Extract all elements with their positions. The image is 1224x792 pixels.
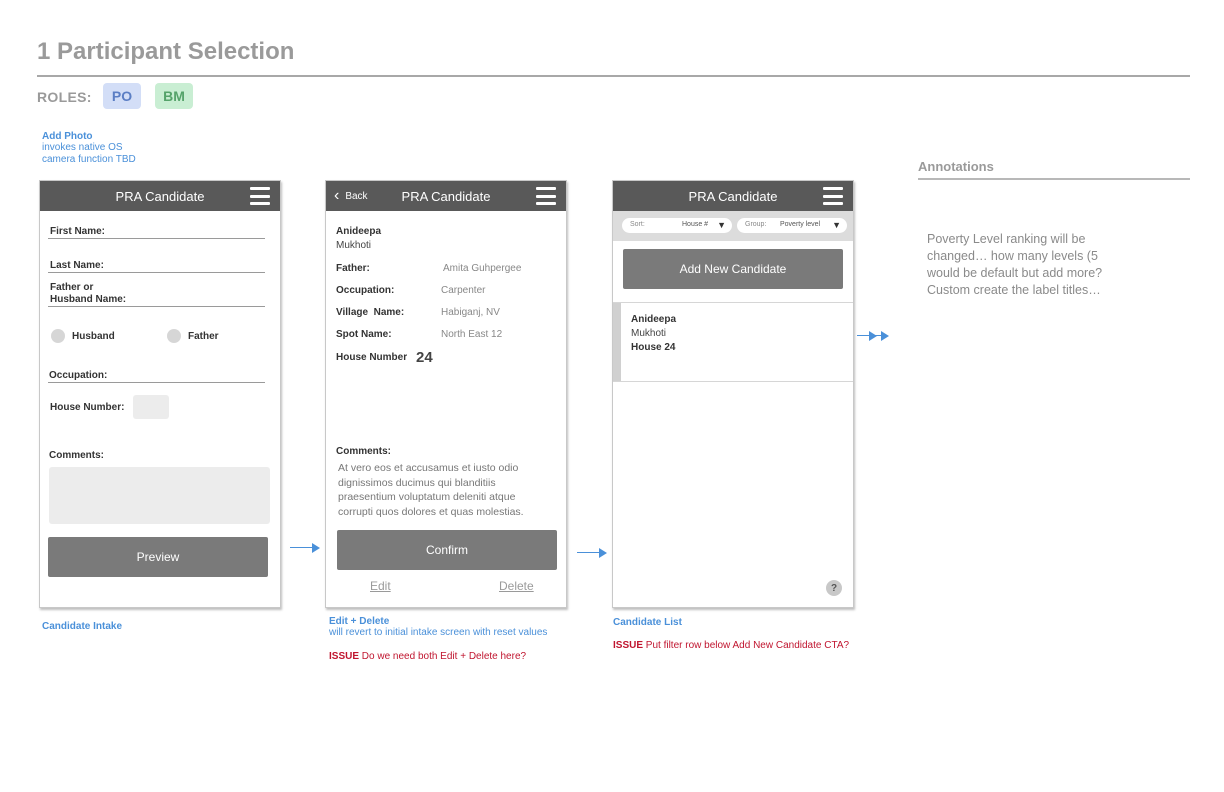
issue-text: Put filter row below Add New Candidate C… bbox=[645, 640, 850, 651]
father-husband-name-field[interactable] bbox=[48, 306, 265, 307]
husband-radio-label: Husband bbox=[72, 331, 115, 342]
candidate-first-name: Anideepa bbox=[336, 226, 382, 237]
screen-header: PRA Candidate bbox=[613, 181, 853, 211]
occupation-label: Occupation: bbox=[336, 285, 395, 296]
comments-label: Comments: bbox=[49, 450, 105, 461]
father-value: Amita Guhpergee bbox=[443, 263, 522, 274]
candidate-list-caption: Candidate List bbox=[613, 617, 682, 628]
page-title: 1 Participant Selection bbox=[37, 38, 295, 65]
filter-bar: Sort: House # ▼ Group: Poverty level ▼ bbox=[613, 211, 853, 241]
chevron-left-icon: ‹ bbox=[334, 187, 340, 204]
candidate-intake-screen: PRA Candidate First Name: Last Name: Fat… bbox=[39, 180, 281, 608]
candidate-first-name: Anideepa bbox=[631, 314, 677, 325]
flow-arrow-icon bbox=[290, 543, 320, 553]
edit-link[interactable]: Edit bbox=[370, 579, 391, 593]
back-label: Back bbox=[345, 190, 368, 202]
edit-delete-note-sub: will revert to initial intake screen wit… bbox=[329, 627, 548, 638]
role-badge-bm: BM bbox=[155, 83, 193, 109]
house-number-label: House Number: bbox=[50, 402, 125, 413]
role-badge-po: PO bbox=[103, 83, 141, 109]
delete-link[interactable]: Delete bbox=[499, 579, 534, 593]
occupation-label: Occupation: bbox=[49, 370, 108, 381]
screen-title: PRA Candidate bbox=[115, 188, 205, 204]
help-icon[interactable]: ? bbox=[826, 580, 842, 596]
issue-text: Do we need both Edit + Delete here? bbox=[361, 651, 527, 662]
issue-label: ISSUE bbox=[329, 651, 360, 662]
candidate-intake-caption: Candidate Intake bbox=[42, 621, 123, 632]
add-photo-note-line: invokes native OS bbox=[42, 142, 123, 153]
annotation-text: Poverty Level ranking will be changed… h… bbox=[927, 232, 1103, 297]
father-radio[interactable] bbox=[167, 329, 181, 343]
house-number-input[interactable] bbox=[133, 395, 169, 419]
first-name-field[interactable] bbox=[48, 238, 265, 239]
candidate-last-name: Mukhoti bbox=[336, 240, 372, 251]
sort-label: Sort: bbox=[630, 221, 645, 228]
candidate-list-screen: PRA Candidate Sort: House # ▼ Group: Pov… bbox=[612, 180, 854, 608]
sort-dropdown[interactable]: Sort: House # ▼ bbox=[622, 218, 732, 233]
roles-label: ROLES: bbox=[37, 89, 92, 105]
candidate-last-name: Mukhoti bbox=[631, 328, 667, 339]
occupation-field[interactable] bbox=[48, 382, 265, 383]
candidate-house: House 24 bbox=[631, 342, 676, 353]
last-name-field[interactable] bbox=[48, 272, 265, 273]
spot-name-label: Spot Name: bbox=[336, 329, 392, 340]
screen-header: ‹ Back PRA Candidate bbox=[326, 181, 566, 211]
occupation-value: Carpenter bbox=[441, 285, 486, 296]
group-dropdown[interactable]: Group: Poverty level ▼ bbox=[737, 218, 847, 233]
issue-label: ISSUE bbox=[613, 640, 644, 651]
annotations-divider bbox=[918, 178, 1190, 180]
first-name-label: First Name: bbox=[50, 226, 106, 237]
father-label: Father: bbox=[336, 263, 370, 274]
screen-header: PRA Candidate bbox=[40, 181, 280, 211]
title-divider bbox=[37, 75, 1190, 77]
comments-text: At vero eos et accusamus et iusto odio d… bbox=[338, 462, 524, 519]
candidate-review-screen: ‹ Back PRA Candidate Anideepa Mukhoti Fa… bbox=[325, 180, 567, 608]
add-photo-note-line: camera function TBD bbox=[42, 154, 136, 165]
house-number-label: House Number bbox=[336, 352, 408, 363]
father-radio-label: Father bbox=[188, 331, 219, 342]
screen-title: PRA Candidate bbox=[401, 188, 491, 204]
house-number-value: 24 bbox=[416, 349, 433, 366]
candidate-list-item[interactable]: Anideepa Mukhoti House 24 bbox=[613, 302, 853, 382]
village-name-label: Village Name: bbox=[336, 307, 405, 318]
annotations-title: Annotations bbox=[918, 159, 994, 174]
add-photo-note: Add Photo invokes native OS camera funct… bbox=[42, 131, 136, 166]
back-button[interactable]: ‹ Back bbox=[334, 181, 368, 211]
village-name-value: Habiganj, NV bbox=[441, 307, 500, 318]
confirm-button[interactable]: Confirm bbox=[337, 530, 557, 570]
husband-radio[interactable] bbox=[51, 329, 65, 343]
preview-button[interactable]: Preview bbox=[48, 537, 268, 577]
last-name-label: Last Name: bbox=[50, 260, 104, 271]
issue-note-2: ISSUE Put filter row below Add New Candi… bbox=[613, 640, 849, 651]
list-item-accent bbox=[613, 303, 621, 381]
edit-delete-note-title: Edit + Delete bbox=[329, 616, 390, 627]
spot-name-value: North East 12 bbox=[441, 329, 503, 340]
menu-icon[interactable] bbox=[823, 187, 843, 205]
caret-down-icon: ▼ bbox=[832, 220, 841, 230]
comments-label: Comments: bbox=[336, 446, 392, 457]
father-husband-name-label: Father or Husband Name: bbox=[50, 282, 127, 305]
add-photo-note-title: Add Photo bbox=[42, 131, 93, 142]
sort-value: House # bbox=[682, 221, 709, 228]
flow-arrow-icon bbox=[577, 548, 607, 558]
menu-icon[interactable] bbox=[536, 187, 556, 205]
comments-textarea[interactable] bbox=[49, 467, 270, 524]
menu-icon[interactable] bbox=[250, 187, 270, 205]
screen-title: PRA Candidate bbox=[688, 188, 778, 204]
double-arrow-icon bbox=[857, 331, 891, 341]
caret-down-icon: ▼ bbox=[717, 220, 726, 230]
edit-delete-note: Edit + Delete will revert to initial int… bbox=[329, 616, 547, 639]
issue-note-1: ISSUE Do we need both Edit + Delete here… bbox=[329, 651, 526, 662]
add-new-candidate-button[interactable]: Add New Candidate bbox=[623, 249, 843, 289]
group-value: Poverty level bbox=[780, 221, 821, 228]
group-label: Group: bbox=[745, 221, 767, 228]
